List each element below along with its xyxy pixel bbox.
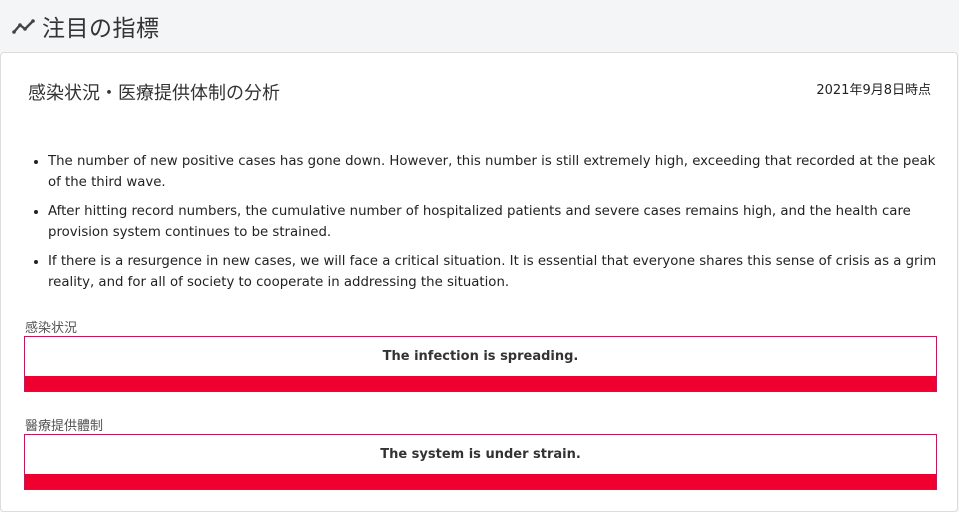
medical-status-bar <box>25 474 936 489</box>
card-title: 感染状況・医療提供体制の分析 <box>28 83 280 104</box>
bullet-item: The number of new positive cases has gon… <box>48 151 948 193</box>
medical-status-box: The system is under strain. <box>24 434 937 490</box>
bullet-item: After hitting record numbers, the cumula… <box>48 201 948 243</box>
page-title: 注目の指標 <box>42 16 160 42</box>
infection-status-bar <box>25 376 936 391</box>
infection-status-text: The infection is spreading. <box>382 349 579 364</box>
as-of-date: 2021年9月8日時点 <box>816 83 931 98</box>
page-header: 注目の指標 <box>0 0 959 52</box>
infection-section-label: 感染状況 <box>25 321 78 336</box>
trend-line-icon <box>12 16 36 36</box>
medical-section-label: 醫療提供體制 <box>25 419 104 434</box>
analysis-card: 感染状況・医療提供体制の分析 2021年9月8日時点 The number of… <box>0 52 958 512</box>
analysis-bullets: The number of new positive cases has gon… <box>26 151 948 301</box>
infection-status-box: The infection is spreading. <box>24 336 937 392</box>
bullet-item: If there is a resurgence in new cases, w… <box>48 251 948 293</box>
medical-status-text: The system is under strain. <box>380 447 581 462</box>
